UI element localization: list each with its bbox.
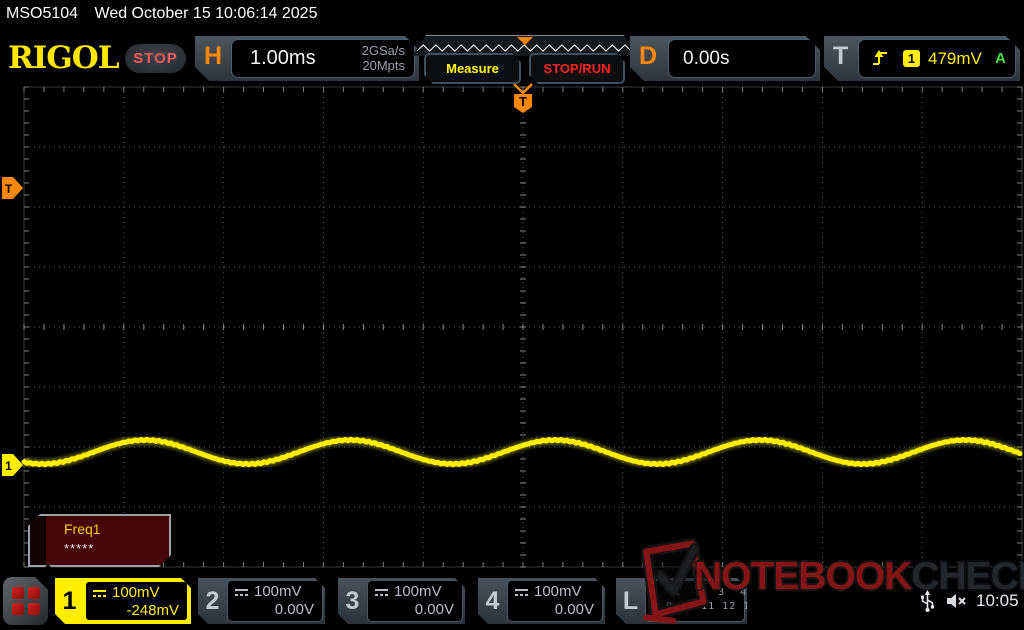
channel-4-scale: 100mV <box>534 583 582 600</box>
trigger-label: T <box>833 42 849 70</box>
channel-2-box: 100mV 0.00V <box>227 580 323 622</box>
horizontal-settings-group[interactable]: H 1.00ms 2GSa/s 20Mpts <box>195 36 419 81</box>
delay-label: D <box>639 42 658 70</box>
channel-4-offset: 0.00V <box>554 601 594 618</box>
top-info-bar: MSO5104 Wed October 15 10:06:14 2025 <box>6 5 317 23</box>
svg-text:1: 1 <box>5 459 12 473</box>
measurement-value: ***** <box>64 541 95 556</box>
channel-3-number: 3 <box>345 586 360 615</box>
waveform-overview-strip[interactable] <box>412 35 638 56</box>
measurement-box-freq1[interactable]: Freq1 ***** <box>28 514 171 567</box>
channel-4-number: 4 <box>485 586 500 615</box>
channel-2-scale: 100mV <box>254 583 302 600</box>
logic-analyzer-box: 0 1 2 3 4 5 6 7 8 9 10 11 12 13 14 15 <box>645 580 745 622</box>
model-name: MSO5104 <box>6 5 79 22</box>
speaker-muted-icon[interactable] <box>945 591 970 611</box>
channel-1-box: 100mV -248mV <box>84 580 189 622</box>
channel-1-offset: -248mV <box>126 602 179 619</box>
channel-2-offset: 0.00V <box>274 601 314 618</box>
trigger-source-badge: 1 <box>903 50 920 67</box>
dc-coupling-icon <box>514 588 529 597</box>
channel-2-number: 2 <box>205 586 220 615</box>
measurement-name: Freq1 <box>64 521 101 537</box>
rigol-logo: RIGOL <box>8 40 120 76</box>
channel-1-widget[interactable]: 1 100mV -248mV <box>55 578 191 624</box>
delay-box[interactable]: 0.00s <box>668 39 816 78</box>
quick-menu-button[interactable] <box>3 564 61 625</box>
trigger-level-value: 479mV <box>928 48 982 68</box>
channel-4-box: 100mV 0.00V <box>507 580 603 622</box>
trigger-settings-group[interactable]: T 1 479mV A <box>824 36 1020 81</box>
usb-icon <box>921 589 935 612</box>
stop-run-button[interactable]: STOP/RUN <box>529 53 625 84</box>
clock-text[interactable]: 10:05 <box>976 591 1019 611</box>
svg-text:T: T <box>5 182 13 196</box>
trigger-position-mini-icon <box>517 37 533 45</box>
delay-value: 0.00s <box>683 47 730 69</box>
channel-1-number: 1 <box>62 586 77 615</box>
status-bar: 10:05 <box>920 588 1024 614</box>
trigger-mode-auto: A <box>995 50 1006 67</box>
digital-channels-row1: 0 1 2 3 4 5 6 7 <box>652 587 818 598</box>
acquisition-rates: 2GSa/s 20Mpts <box>362 44 405 74</box>
channel-2-widget[interactable]: 2 100mV 0.00V <box>198 578 325 624</box>
logic-analyzer-label: L <box>622 586 639 615</box>
channel-1-scale: 100mV <box>112 584 160 601</box>
oscilloscope-screen: MSO5104 Wed October 15 10:06:14 2025 RIG… <box>0 0 1024 630</box>
rising-edge-icon <box>871 49 889 68</box>
svg-text:T: T <box>519 94 527 109</box>
logic-analyzer-widget[interactable]: L 0 1 2 3 4 5 6 7 8 9 10 11 12 13 14 15 <box>616 578 747 624</box>
delay-settings-group[interactable]: D 0.00s <box>630 36 820 81</box>
channel-3-scale: 100mV <box>394 583 442 600</box>
dc-coupling-icon <box>234 588 249 597</box>
dc-coupling-icon <box>374 588 389 597</box>
channel-3-offset: 0.00V <box>414 601 454 618</box>
memory-depth: 20Mpts <box>362 57 405 73</box>
digital-channels-row2: 8 9 10 11 12 13 14 15 <box>652 601 800 612</box>
trigger-box[interactable]: 1 479mV A <box>858 39 1016 78</box>
run-state-badge[interactable]: STOP <box>125 44 186 73</box>
channel-4-widget[interactable]: 4 100mV 0.00V <box>478 578 605 624</box>
channel-3-widget[interactable]: 3 100mV 0.00V <box>338 578 465 624</box>
sample-rate: 2GSa/s <box>361 42 405 58</box>
channel-3-box: 100mV 0.00V <box>367 580 463 622</box>
overview-waveform-icon <box>412 36 638 55</box>
timebase-value: 1.00ms <box>250 47 316 69</box>
grid-menu-icon <box>12 587 40 615</box>
datetime-text: Wed October 15 10:06:14 2025 <box>94 5 318 22</box>
horizontal-label: H <box>204 42 223 70</box>
measure-button[interactable]: Measure <box>424 53 521 84</box>
dc-coupling-icon <box>92 589 107 598</box>
horizontal-box[interactable]: 1.00ms 2GSa/s 20Mpts <box>231 39 415 78</box>
